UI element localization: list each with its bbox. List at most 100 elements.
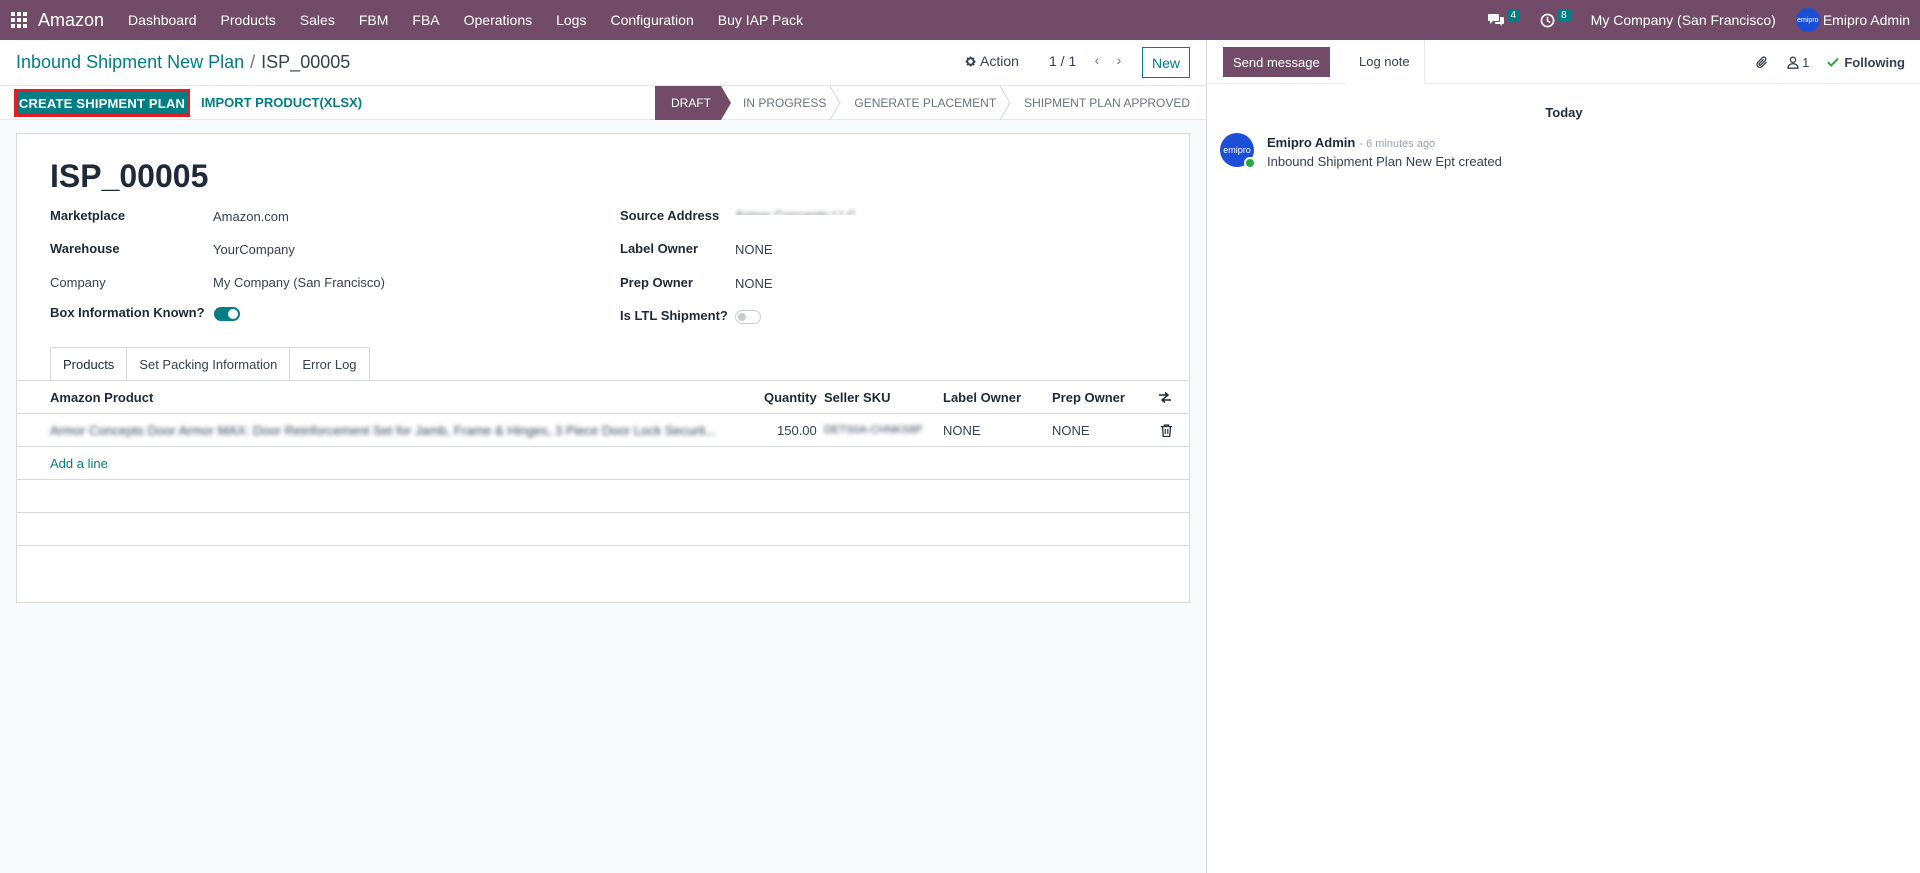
clock-icon [1540,13,1555,27]
message-author: Emipro Admin - 6 minutes ago [1267,135,1435,150]
new-record-button[interactable]: New [1142,47,1190,78]
tab-products[interactable]: Products [50,347,127,381]
stage-shipment-plan-approved-label: SHIPMENT PLAN APPROVED [1024,96,1190,110]
col-amazon-product[interactable]: Amazon Product [50,390,153,405]
form-sheet: ISP_00005 Marketplace Amazon.com Warehou… [16,133,1190,603]
main-menu: Dashboard Products Sales FBM FBA Operati… [128,12,827,28]
stage-generate-placement-label: GENERATE PLACEMENT [854,96,997,110]
stage-in-progress[interactable]: IN PROGRESS [721,86,841,120]
chatter-panel: Send message Log note 1 Following Today … [1206,40,1920,873]
online-status-icon [1244,157,1256,169]
menu-operations[interactable]: Operations [464,12,532,28]
top-navbar: Amazon Dashboard Products Sales FBM FBA … [0,0,1920,40]
menu-logs[interactable]: Logs [556,12,586,28]
breadcrumb-current: ISP_00005 [261,52,351,72]
chatter-topbar: Send message Log note 1 Following [1207,40,1920,84]
status-stages: DRAFT IN PROGRESS GENERATE PLACEMENT SHI… [655,86,1190,120]
stage-shipment-plan-approved[interactable]: SHIPMENT PLAN APPROVED [1006,86,1190,120]
user-icon [1787,56,1799,69]
following-button[interactable]: Following [1827,55,1905,70]
stage-in-progress-label: IN PROGRESS [743,96,827,110]
row-label-owner[interactable]: NONE [943,423,981,438]
ltl-shipment-label: Is LTL Shipment? [620,308,728,323]
messages-badge: 4 [1506,8,1521,22]
tab-set-packing-information[interactable]: Set Packing Information [126,347,290,381]
source-address-label: Source Address [620,208,720,223]
menu-fbm[interactable]: FBM [359,12,389,28]
apps-menu-icon[interactable] [0,0,38,40]
check-icon [1827,57,1840,67]
company-switcher[interactable]: My Company (San Francisco) [1591,12,1776,28]
row-seller-sku[interactable]: DETS0A-CHNKS8P [824,424,922,436]
message-body: Inbound Shipment Plan New Ept created [1267,154,1502,169]
create-shipment-plan-button[interactable]: CREATE SHIPMENT PLAN [14,89,190,117]
chat-bubbles-icon [1487,14,1504,26]
message-author-name[interactable]: Emipro Admin [1267,135,1355,150]
menu-buy-iap-pack[interactable]: Buy IAP Pack [718,12,803,28]
pager-previous-icon[interactable]: ‹ [1086,52,1108,68]
menu-dashboard[interactable]: Dashboard [128,12,197,28]
prep-owner-label: Prep Owner [620,275,693,290]
activities-badge: 8 [1557,8,1571,22]
row-product[interactable]: Armor Concepts Door Armor MAX: Door Rein… [50,423,740,438]
box-info-toggle[interactable] [214,307,240,321]
notebook-tabs: Products Set Packing Information Error L… [50,347,370,381]
record-title: ISP_00005 [50,158,209,194]
followers-button[interactable]: 1 [1787,55,1809,70]
col-quantity[interactable]: Quantity [764,390,817,405]
message-time: - 6 minutes ago [1359,138,1436,150]
breadcrumb-separator: / [250,52,256,72]
label-owner-value[interactable]: NONE [735,242,773,257]
send-message-button[interactable]: Send message [1223,47,1330,77]
add-line-link[interactable]: Add a line [50,456,108,471]
followers-count: 1 [1802,54,1810,70]
col-prep-owner[interactable]: Prep Owner [1052,390,1125,405]
company-label: Company [50,275,106,290]
date-separator: Today [1545,105,1583,120]
pager-value[interactable]: 1 / 1 [1049,53,1076,69]
app-brand[interactable]: Amazon [38,10,104,31]
box-info-label: Box Information Known? [50,305,205,320]
ltl-shipment-toggle[interactable] [735,310,761,324]
user-avatar: emipro [1795,8,1820,32]
user-menu[interactable]: emipro Emipro Admin [1795,8,1910,32]
optional-columns-icon[interactable] [1158,391,1172,404]
empty-row [17,513,1189,546]
row-prep-owner[interactable]: NONE [1052,423,1090,438]
tab-error-log[interactable]: Error Log [289,347,370,381]
messaging-menu[interactable]: 4 [1487,8,1521,28]
row-quantity[interactable]: 150.00 [777,423,817,438]
col-label-owner[interactable]: Label Owner [943,390,1021,405]
user-name: Emipro Admin [1822,12,1910,28]
pager-next-icon[interactable]: › [1108,52,1130,68]
control-panel: Inbound Shipment New Plan / ISP_00005 Ac… [0,40,1206,86]
trash-icon[interactable] [1161,424,1172,437]
message-author-avatar[interactable]: emipro [1220,133,1256,169]
source-address-value[interactable]: Armor Concepts LLC [735,208,856,215]
company-value: My Company (San Francisco) [213,275,385,290]
marketplace-value[interactable]: Amazon.com [213,209,289,224]
avatar-text: emipro [1223,145,1251,155]
stage-generate-placement[interactable]: GENERATE PLACEMENT [836,86,1011,120]
col-seller-sku[interactable]: Seller SKU [824,390,890,405]
stage-draft[interactable]: DRAFT [655,86,731,120]
menu-products[interactable]: Products [221,12,276,28]
table-row[interactable]: Armor Concepts Door Armor MAX: Door Rein… [17,414,1189,447]
form-statusbar: CREATE SHIPMENT PLAN IMPORT PRODUCT(XLSX… [0,86,1206,120]
action-menu-button[interactable]: Action [964,53,1019,69]
menu-configuration[interactable]: Configuration [610,12,693,28]
warehouse-value[interactable]: YourCompany [213,242,295,257]
attachments-icon[interactable] [1755,55,1769,70]
activity-menu[interactable]: 8 [1540,8,1571,28]
gear-icon [965,55,976,67]
import-product-button[interactable]: IMPORT PRODUCT(XLSX) [201,95,362,110]
products-table-header: Amazon Product Quantity Seller SKU Label… [17,381,1189,414]
menu-sales[interactable]: Sales [300,12,335,28]
label-owner-label: Label Owner [620,241,699,256]
log-note-button[interactable]: Log note [1345,40,1425,84]
menu-fba[interactable]: FBA [412,12,439,28]
breadcrumb-parent[interactable]: Inbound Shipment New Plan [16,52,244,73]
warehouse-label: Warehouse [50,241,120,256]
prep-owner-value[interactable]: NONE [735,276,773,291]
action-label: Action [980,53,1019,69]
